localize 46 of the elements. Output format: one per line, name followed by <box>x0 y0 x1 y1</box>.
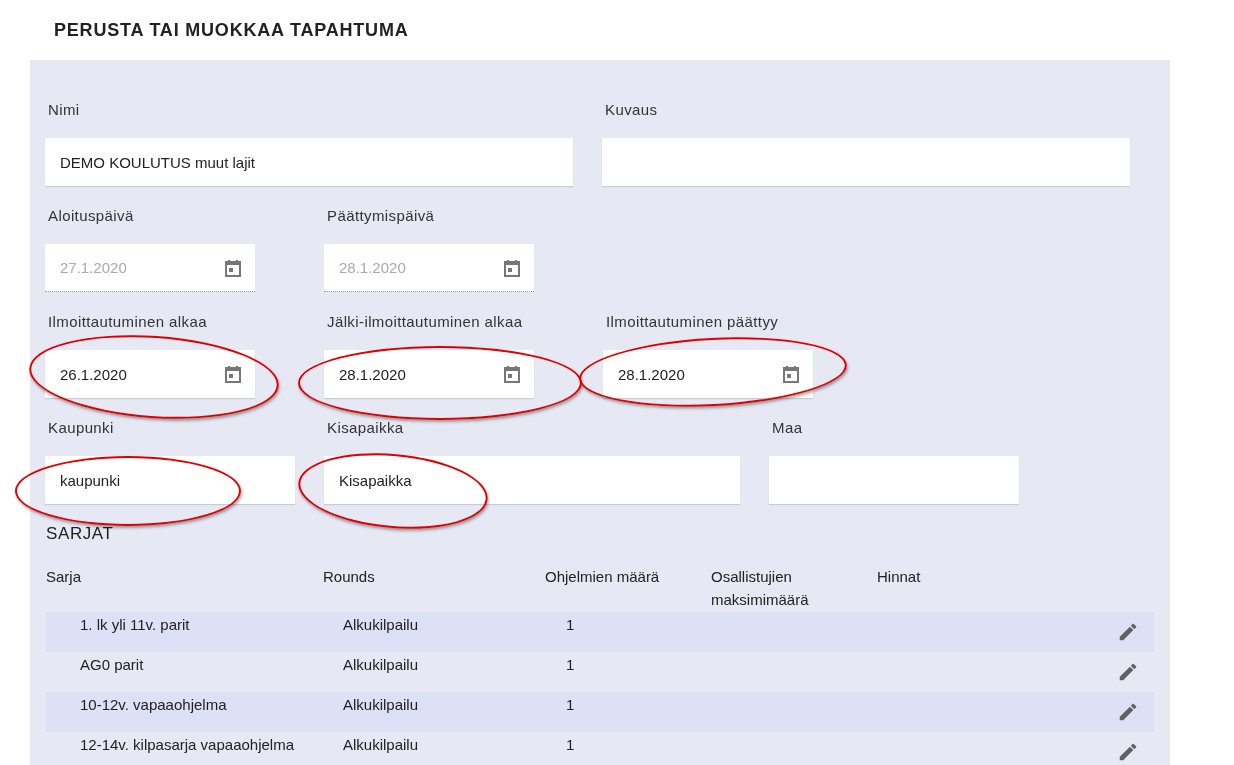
table-cell-text: Alkukilpailu <box>343 695 420 715</box>
field-label: Kaupunki <box>47 418 115 438</box>
pencil-icon[interactable] <box>1117 621 1139 643</box>
calendar-icon[interactable] <box>502 258 522 278</box>
calendar-icon[interactable] <box>223 364 243 384</box>
table-cell: 1 <box>566 735 575 755</box>
text-field[interactable] <box>602 138 1130 186</box>
text-field[interactable]: DEMO KOULUTUS muut lajit <box>45 138 573 186</box>
date-field[interactable]: 28.1.2020 <box>324 350 534 398</box>
pencil-icon[interactable] <box>1117 701 1139 723</box>
date-field[interactable]: 28.1.2020 <box>603 350 813 398</box>
field-label: Kuvaus <box>604 100 659 120</box>
field-label: Aloituspäivä <box>47 206 135 226</box>
table-cell-text: Alkukilpailu <box>343 655 420 675</box>
column-header: Hinnat <box>877 567 922 587</box>
text-field[interactable] <box>769 456 1019 504</box>
column-header: Osallistujien maksimimäärä <box>711 567 810 610</box>
pencil-icon[interactable] <box>1117 741 1139 763</box>
text-field[interactable]: kaupunki <box>45 456 295 504</box>
column-header: Ohjelmien määrä <box>545 567 661 587</box>
page-title: PERUSTA TAI MUOKKAA TAPAHTUMA <box>54 19 409 41</box>
table-cell-text: Alkukilpailu <box>343 735 420 755</box>
table-cell-text: 10-12v. vapaaohjelma <box>80 695 228 715</box>
calendar-icon[interactable] <box>223 258 243 278</box>
field-label: Päättymispäivä <box>326 206 436 226</box>
field-label: Maa <box>771 418 804 438</box>
field-label: Kisapaikka <box>326 418 405 438</box>
field-label: Jälki-ilmoittautuminen alkaa <box>326 312 524 332</box>
table-cell-text: Alkukilpailu <box>343 615 420 635</box>
field-label: Nimi <box>47 100 81 120</box>
table-cell: 1 <box>566 615 575 635</box>
calendar-icon[interactable] <box>781 364 801 384</box>
field-label: Ilmoittautuminen päättyy <box>605 312 780 332</box>
field-label: Ilmoittautuminen alkaa <box>47 312 208 332</box>
text-field[interactable]: Kisapaikka <box>324 456 740 504</box>
table-cell: 1 <box>566 695 575 715</box>
table-cell-text: 1. lk yli 11v. parit <box>80 615 191 635</box>
table-cell-text: AG0 parit <box>80 655 145 675</box>
column-header: Sarja <box>46 567 83 587</box>
section-title: SARJAT <box>45 523 115 545</box>
table-cell: 1 <box>566 655 575 675</box>
column-header: Rounds <box>323 567 376 587</box>
pencil-icon[interactable] <box>1117 661 1139 683</box>
date-field[interactable]: 26.1.2020 <box>45 350 255 398</box>
table-cell-text: 12-14v. kilpasarja vapaaohjelma <box>80 735 295 755</box>
calendar-icon[interactable] <box>502 364 522 384</box>
